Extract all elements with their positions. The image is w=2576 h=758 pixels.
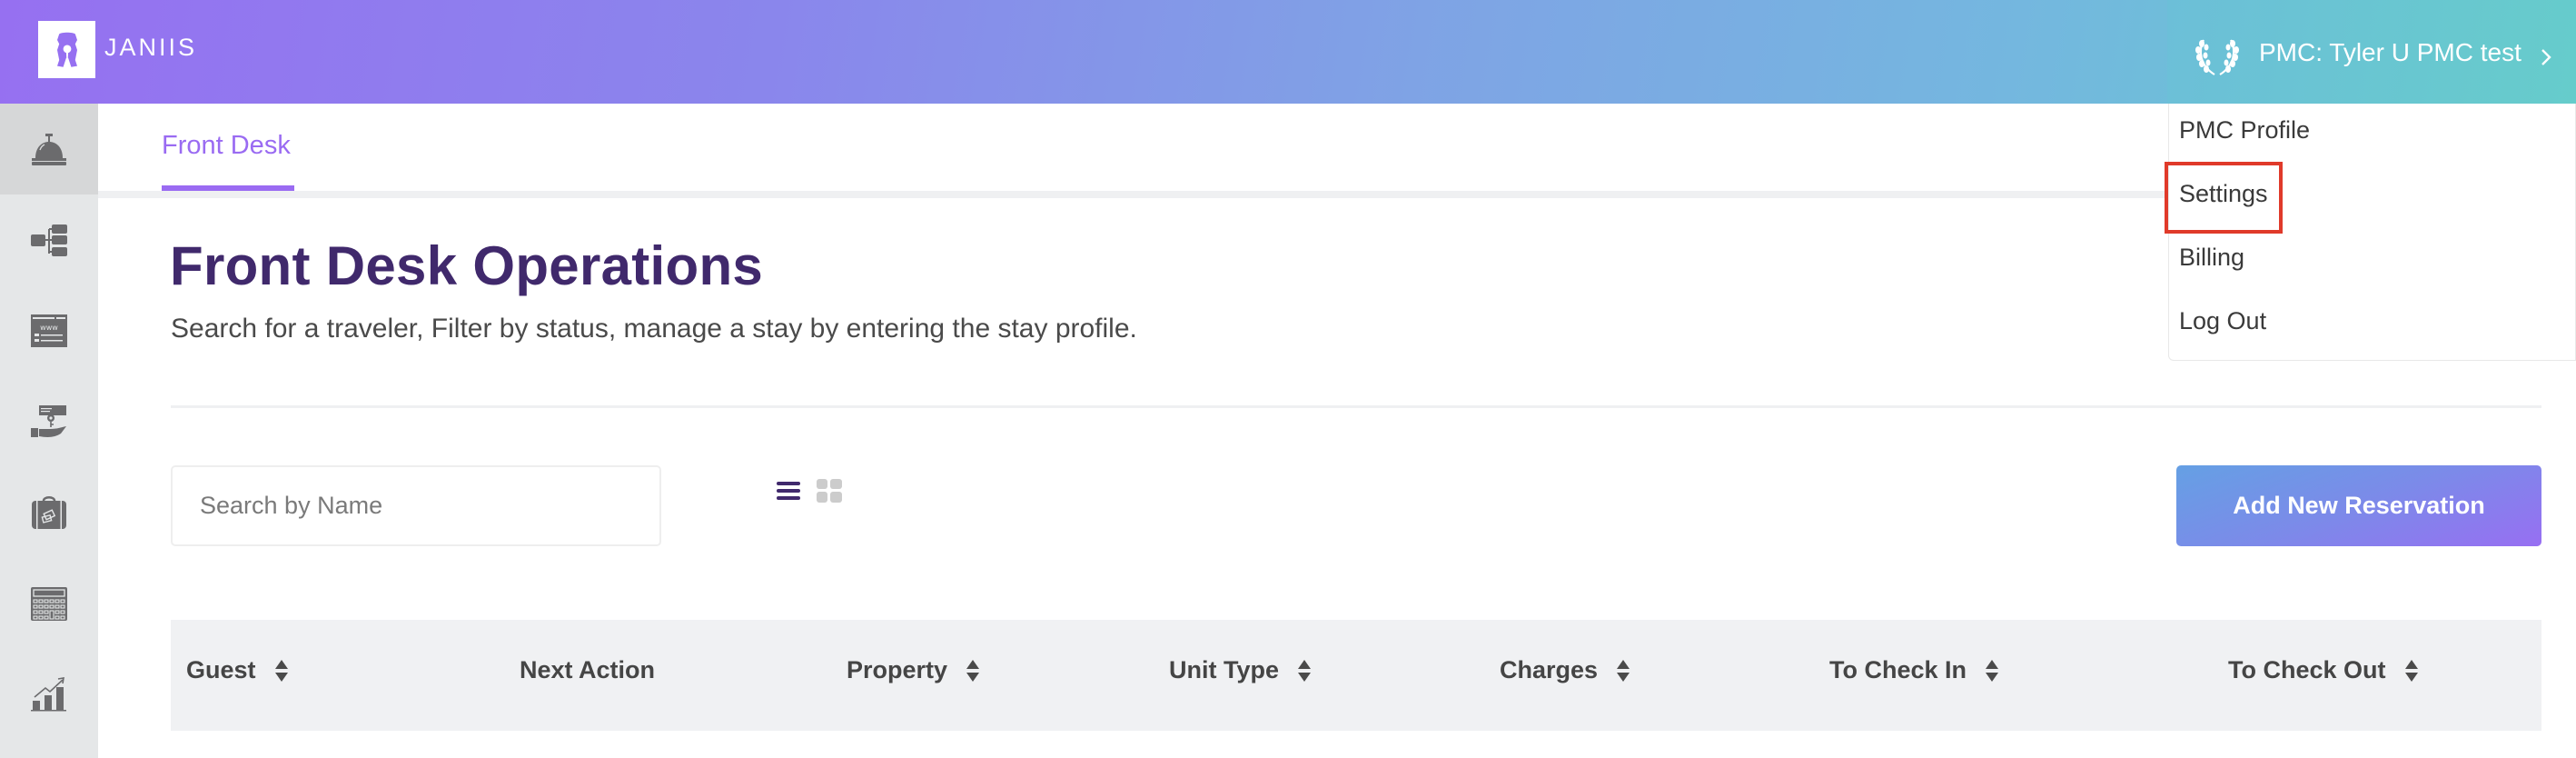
column-label: Charges: [1500, 656, 1599, 683]
user-dropdown-menu: PMC Profile Settings Billing Log Out: [2168, 104, 2576, 361]
sidebar-item-front-desk[interactable]: [0, 104, 98, 194]
column-label: Unit Type: [1169, 656, 1279, 683]
column-label: To Check Out: [2228, 656, 2386, 683]
column-header-property[interactable]: Property: [847, 656, 980, 684]
sidebar-item-calculator[interactable]: [0, 558, 98, 649]
column-header-to-check-out[interactable]: To Check Out: [2228, 656, 2419, 684]
sidebar-item-key-handover[interactable]: [0, 376, 98, 467]
search-input[interactable]: [171, 465, 661, 546]
menu-item-billing[interactable]: Billing: [2179, 244, 2244, 272]
hierarchy-icon: [31, 224, 67, 256]
menu-item-pmc-profile[interactable]: PMC Profile: [2179, 116, 2310, 145]
active-tab-indicator: [162, 185, 294, 191]
grid-view-icon[interactable]: [817, 479, 842, 503]
svg-text:www: www: [40, 324, 58, 332]
sidebar-item-hierarchy[interactable]: [0, 194, 98, 285]
list-view-icon[interactable]: [777, 480, 800, 502]
luggage-icon: [32, 496, 66, 529]
website-icon: www: [31, 314, 67, 347]
front-desk-bell-icon: [32, 134, 66, 165]
user-menu-toggle[interactable]: PMC: Tyler U PMC test: [2167, 0, 2576, 104]
add-new-reservation-button[interactable]: Add New Reservation: [2176, 465, 2541, 546]
sidebar-nav: www: [0, 104, 98, 758]
sort-icon: [1298, 659, 1311, 682]
brand-name: JANIIS: [104, 34, 198, 61]
laurel-wreath-icon: [2195, 39, 2239, 75]
column-label: Guest: [186, 656, 256, 683]
section-divider: [171, 405, 2541, 408]
menu-item-settings[interactable]: Settings: [2179, 180, 2268, 208]
sort-icon: [966, 659, 980, 682]
sidebar-item-reports[interactable]: [0, 649, 98, 740]
sidebar-item-luggage[interactable]: [0, 467, 98, 558]
table-header: Guest Next Action Property Unit Type Cha…: [171, 620, 2541, 731]
key-handover-icon: [31, 405, 66, 437]
sort-icon: [1986, 659, 1999, 682]
menu-item-log-out[interactable]: Log Out: [2179, 307, 2266, 335]
column-label: Property: [847, 656, 948, 683]
column-header-charges[interactable]: Charges: [1500, 656, 1630, 684]
sort-icon: [2404, 659, 2418, 682]
column-label: To Check In: [1829, 656, 1967, 683]
column-label: Next Action: [520, 656, 656, 683]
janiis-logo[interactable]: [38, 21, 95, 78]
sort-icon: [274, 659, 288, 682]
chevron-right-icon: [2541, 49, 2551, 65]
top-header: JANIIS PMC: Tyler U PMC test: [0, 0, 2576, 104]
sort-icon: [1617, 659, 1630, 682]
user-account-name: PMC: Tyler U PMC test: [2259, 38, 2522, 66]
column-header-unit-type[interactable]: Unit Type: [1169, 656, 1312, 684]
page-subtitle: Search for a traveler, Filter by status,…: [171, 314, 1137, 344]
page-title: Front Desk Operations: [170, 235, 764, 296]
column-header-next-action: Next Action: [520, 656, 655, 684]
calculator-icon: [31, 587, 67, 621]
keyhole-logo-icon: [56, 32, 77, 67]
sidebar-item-website[interactable]: www: [0, 285, 98, 376]
column-header-to-check-in[interactable]: To Check In: [1829, 656, 1999, 684]
growth-chart-icon: [31, 677, 66, 712]
tab-front-desk[interactable]: Front Desk: [162, 131, 291, 161]
column-header-guest[interactable]: Guest: [186, 656, 289, 684]
